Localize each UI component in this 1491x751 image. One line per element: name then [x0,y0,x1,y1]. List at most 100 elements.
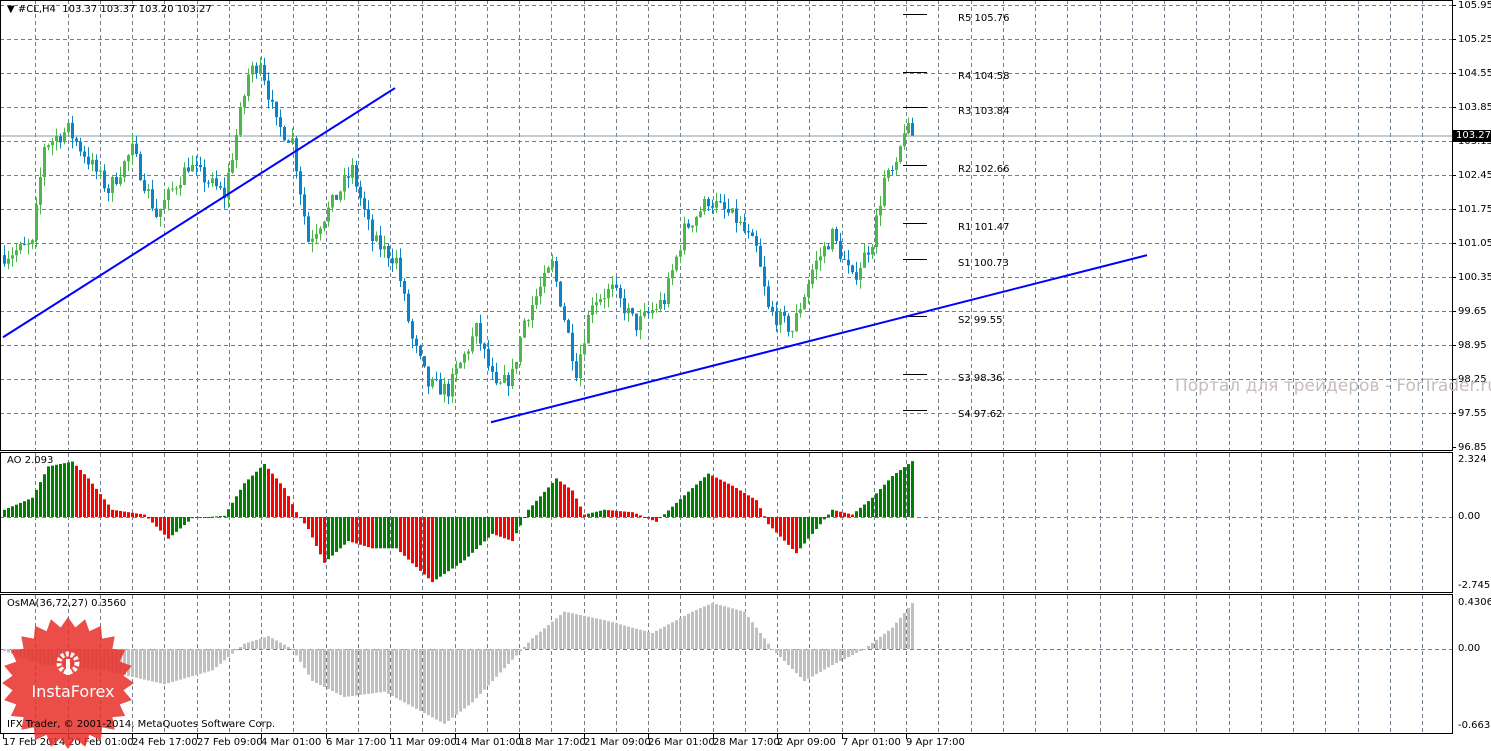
candle [179,176,182,196]
ao-bar [451,517,454,569]
candle-body [575,361,578,379]
ao-bar [51,465,54,517]
osma-bar [139,649,142,679]
candle [627,303,630,322]
ao-bar [163,517,166,535]
candle-body [95,159,98,172]
candle [351,157,354,184]
osma-bar [411,649,414,707]
candle-body [419,345,422,357]
candle [75,136,78,146]
candle-body [571,332,574,362]
time-tick-label: 2 Apr 09:00 [777,737,836,748]
ao-bar [731,485,734,517]
ao-bar [251,475,254,517]
candle-body [535,296,538,305]
ao-bar [615,510,618,517]
candle [67,122,70,137]
osma-bar [627,626,630,649]
ao-bar [683,495,686,517]
osma-bar [891,627,894,649]
osma-bar [895,622,898,649]
osma-bar [783,649,786,662]
osma-bar [763,638,766,649]
osma-bar [555,618,558,649]
ohlc-values: 103.37 103.37 103.20 103.27 [62,4,212,15]
price-tick-label: 101.05 [1458,238,1491,249]
candle [467,349,470,361]
candle [543,265,546,294]
candle-body [319,228,322,234]
candle [483,342,486,359]
ao-bar [7,508,10,517]
osma-bar [203,649,206,673]
ao-bar [543,491,546,517]
candle-body [699,211,702,217]
candle [267,72,270,109]
candle [419,344,422,360]
candle [31,238,34,250]
chart-canvas[interactable] [0,0,1491,750]
osma-bar [447,649,450,721]
ao-bar [839,511,842,517]
osma-bar [299,649,302,662]
ao-bar [671,506,674,517]
candle-body [467,351,470,354]
ao-bar [843,512,846,517]
candle-body [539,286,542,297]
candle-body [443,383,446,395]
collapse-arrow-icon[interactable]: ▼ [7,4,15,15]
ao-bar [531,505,534,517]
osma-bar [491,649,494,682]
osma-bar [759,632,762,649]
ao-bar [567,487,570,517]
osma-bar [571,613,574,649]
osma-bar [655,630,658,649]
candle [535,288,538,310]
ao-bar [95,488,98,517]
osma-bar [711,603,714,649]
candle-body [3,255,6,264]
candle [235,129,238,169]
ao-bar [819,517,822,525]
candle [835,226,838,244]
candle-body [39,177,42,205]
candle-body [799,309,802,314]
ao-bar [747,495,750,517]
ao-bar [431,517,434,583]
candle [787,313,790,337]
candle-body [563,306,566,321]
candle-body [159,208,162,217]
ao-bar [371,517,374,549]
ao-bar [135,513,138,517]
candle-body [495,371,498,384]
candle [499,381,502,385]
watermark-text: Портал для трейдеров - ForTrader.ru [1175,376,1491,396]
candle [655,303,658,313]
ao-bar [647,517,650,519]
ao-bar [907,464,910,517]
ao-bar [283,488,286,517]
ao-bar [763,516,766,518]
candle-body [659,299,662,310]
osma-bar [167,649,170,684]
ao-bar [487,517,490,538]
candle-body [743,221,746,232]
ao-bar [303,517,306,524]
candle-body [59,136,62,143]
ao-bar [579,506,582,517]
ao-bar [271,473,274,517]
ao-bar [83,474,86,517]
candle-body [595,302,598,306]
ao-bar [863,504,866,517]
candle-body [127,155,130,162]
osma-bar [611,622,614,649]
ao-bar [399,517,402,553]
trendline[interactable] [2,87,396,339]
osma-bar [519,649,522,652]
candle-body [791,331,794,333]
ao-bar [391,517,394,549]
candle-body [327,207,330,222]
candle [71,115,74,149]
candle-body [891,170,894,172]
